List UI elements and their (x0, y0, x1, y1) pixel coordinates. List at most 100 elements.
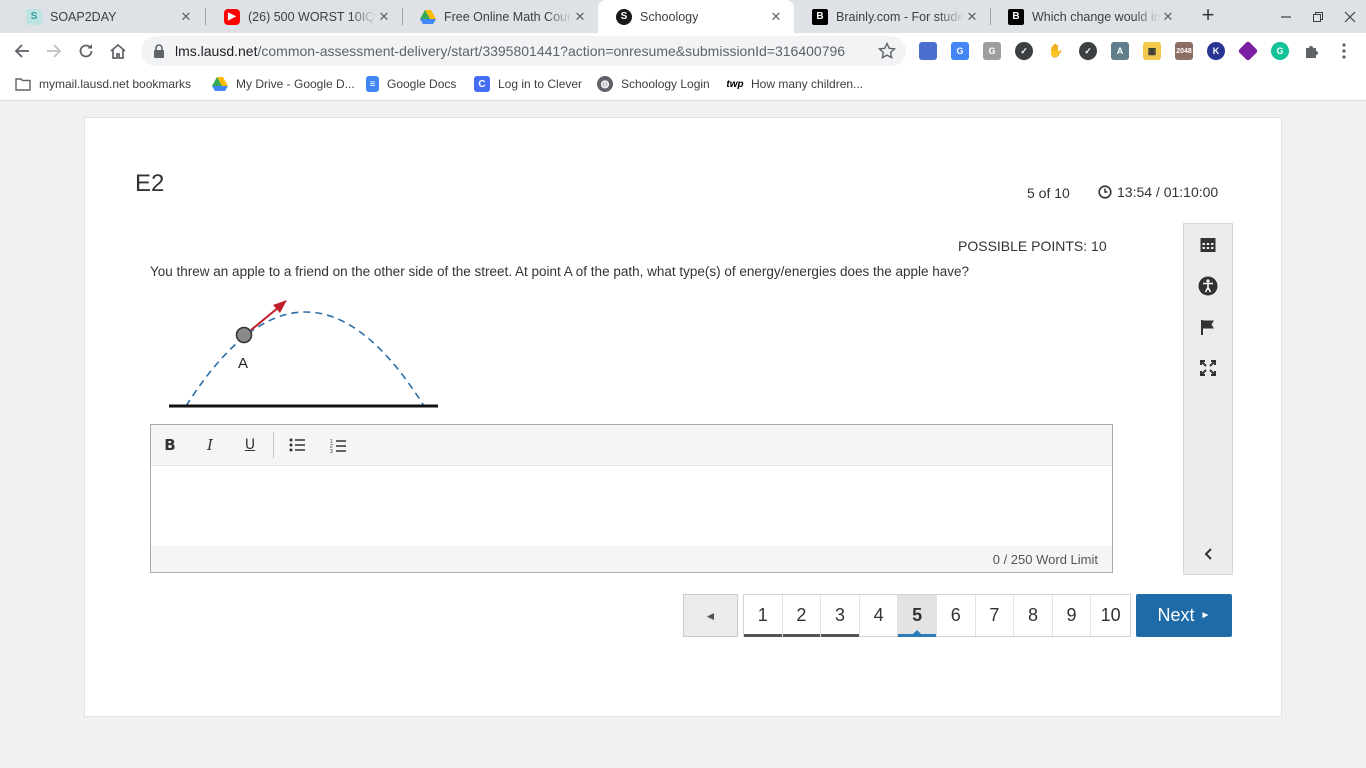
extension-blue-icon[interactable] (919, 42, 937, 60)
toolbar-divider (273, 432, 274, 458)
minimize-icon[interactable] (1270, 0, 1302, 33)
cursor-icon[interactable]: ✋ (1047, 42, 1065, 60)
lock-icon (154, 44, 164, 58)
answer-text-area[interactable] (151, 466, 1112, 546)
forward-arrow-icon[interactable] (41, 38, 67, 64)
bold-icon[interactable]: B (158, 434, 182, 456)
google-docs-icon: ≡ (366, 76, 379, 92)
bookmark-clever[interactable]: C Log in to Clever (474, 76, 582, 92)
home-icon[interactable] (105, 38, 131, 64)
page-button-7[interactable]: 7 (975, 595, 1015, 636)
google-translate-icon[interactable]: G (951, 42, 969, 60)
page-button-5[interactable]: 5 (898, 595, 937, 637)
accessibility-icon[interactable] (1198, 276, 1218, 296)
bookmark-label: Log in to Clever (498, 77, 583, 91)
word-count: 0 (992, 552, 1000, 567)
assessment-title: E2 (135, 170, 165, 197)
next-button[interactable]: Next ► (1136, 594, 1232, 637)
point-a-label: A (238, 355, 248, 372)
bulleted-list-icon[interactable] (285, 434, 309, 456)
new-tab-plus-icon[interactable]: + (1196, 4, 1220, 28)
address-bar[interactable]: lms.lausd.net/common-assessment-delivery… (141, 36, 906, 66)
tab-title: Brainly.com - For studen… (836, 9, 964, 24)
flag-icon[interactable] (1198, 317, 1218, 337)
shield-check-icon[interactable]: ✓ (1079, 42, 1097, 60)
close-icon[interactable]: ✕ (964, 9, 980, 25)
bookmark-star-icon[interactable] (878, 42, 896, 60)
extension-purple-icon[interactable] (1237, 40, 1259, 62)
browser-tab-youtube[interactable]: ▶ (26) 500 WORST 10IQ M… ✕ (206, 0, 402, 33)
page-button-8[interactable]: 8 (1014, 595, 1053, 636)
page-number: 4 (873, 605, 884, 625)
reload-icon[interactable] (73, 38, 99, 64)
close-icon[interactable]: ✕ (178, 9, 194, 25)
bookmark-label: Google Docs (387, 77, 457, 91)
fullscreen-icon[interactable] (1198, 358, 1218, 378)
question-counter: 5 of 10 (1027, 185, 1070, 201)
page-button-3[interactable]: 3 (821, 595, 860, 637)
underline-icon[interactable]: U (238, 434, 262, 456)
timer-text: 13:54 / 01:10:00 (1117, 184, 1219, 200)
extension-k-icon[interactable]: K (1207, 42, 1225, 60)
shield-icon[interactable]: ✓ (1015, 42, 1033, 60)
bookmark-mymail-folder[interactable]: mymail.lausd.net bookmarks (15, 76, 191, 92)
close-icon[interactable]: ✕ (376, 9, 392, 25)
page-number: 6 (950, 605, 961, 625)
next-label: Next (1157, 605, 1195, 625)
tab-title: Which change would inc… (1032, 9, 1160, 24)
editor-toolbar: B I U 123 (151, 425, 1112, 466)
schoology-icon: S (616, 8, 632, 25)
bookmark-label: Schoology Login (621, 77, 710, 91)
close-icon[interactable]: ✕ (768, 9, 784, 25)
close-icon[interactable]: ✕ (572, 9, 588, 25)
soap2day-icon: S (26, 8, 42, 25)
grid-game-icon[interactable]: ▦ (1143, 42, 1161, 60)
page-button-4[interactable]: 4 (859, 595, 899, 636)
italic-icon[interactable]: I (198, 434, 222, 456)
page-button-2[interactable]: 2 (782, 595, 822, 637)
page-number: 1 (757, 605, 768, 625)
previous-button[interactable]: ◄ (683, 594, 738, 637)
extensions-puzzle-icon[interactable] (1303, 42, 1321, 60)
browser-tab-brainly-1[interactable]: B Brainly.com - For studen… ✕ (794, 0, 990, 33)
browser-tab-schoology[interactable]: S Schoology ✕ (598, 0, 794, 33)
clock-icon (1098, 185, 1112, 199)
browser-tab-brainly-2[interactable]: B Which change would inc… ✕ (990, 0, 1186, 33)
browser-tab-soap2day[interactable]: S SOAP2DAY ✕ (8, 0, 204, 33)
url-host: lms.lausd.net (175, 43, 258, 59)
word-limit-footer: 0 / 250 Word Limit (151, 546, 1112, 572)
globe-icon: ◍ (597, 76, 613, 92)
bookmark-label: How many children... (751, 77, 864, 91)
page-button-6[interactable]: 6 (936, 595, 976, 636)
extension-g-icon[interactable]: G (983, 42, 1001, 60)
game-2048-icon[interactable]: 2048 (1175, 42, 1193, 60)
bookmarks-bar: mymail.lausd.net bookmarks My Drive - Go… (0, 69, 1366, 101)
back-arrow-icon[interactable] (9, 38, 35, 64)
page-button-1[interactable]: 1 (744, 595, 783, 637)
browser-toolbar: lms.lausd.net/common-assessment-delivery… (0, 33, 1366, 69)
close-window-icon[interactable] (1334, 0, 1366, 33)
bookmark-label: My Drive - Google D... (236, 77, 355, 91)
bookmark-how-many-children[interactable]: twp How many children... (726, 76, 864, 92)
apple-point-a (235, 326, 253, 344)
answer-editor: B I U 123 0 / 250 Word Limit (150, 424, 1113, 573)
numbered-list-icon[interactable]: 123 (326, 434, 350, 456)
extension-a-icon[interactable]: A (1111, 42, 1129, 60)
restore-icon[interactable] (1302, 0, 1334, 33)
menu-kebab-icon[interactable] (1335, 42, 1353, 60)
bookmark-google-docs[interactable]: ≡ Google Docs (366, 76, 456, 92)
brainly-icon: B (1008, 8, 1024, 25)
browser-tab-math-course[interactable]: Free Online Math Course ✕ (402, 0, 598, 33)
collapse-chevron-icon[interactable] (1198, 544, 1218, 564)
url-text: lms.lausd.net/common-assessment-delivery… (175, 43, 845, 59)
bookmark-my-drive[interactable]: My Drive - Google D... (212, 76, 355, 92)
page-button-9[interactable]: 9 (1052, 595, 1092, 636)
calculator-icon[interactable] (1198, 235, 1218, 255)
current-page-caret-icon (913, 630, 922, 634)
page-number: 10 (1100, 605, 1121, 625)
page-button-10[interactable]: 10 (1091, 595, 1130, 636)
grammarly-icon[interactable]: G (1271, 42, 1289, 60)
bookmark-schoology-login[interactable]: ◍ Schoology Login (597, 76, 710, 92)
close-icon[interactable]: ✕ (1160, 9, 1176, 25)
folder-icon (15, 76, 31, 92)
